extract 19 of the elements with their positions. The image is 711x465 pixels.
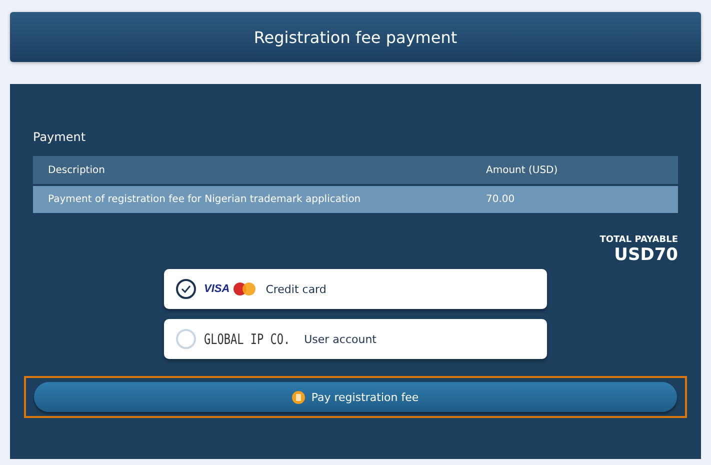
company-logo: GLOBAL IP CO.	[204, 330, 290, 348]
check-icon	[181, 285, 191, 293]
column-header: Description	[33, 156, 471, 184]
payment-option[interactable]: GLOBAL IP CO. User account	[164, 319, 547, 359]
total-amount: USD70	[613, 245, 678, 265]
option-label: User account	[304, 332, 376, 346]
section-title: Payment	[33, 130, 87, 144]
option-label: Credit card	[266, 282, 326, 296]
page-title: Registration fee payment	[254, 28, 458, 46]
document-icon	[292, 390, 306, 404]
table-cell: Payment of registration fee for Nigerian trademark application	[33, 186, 471, 213]
payment-option[interactable]: VISA Credit card	[164, 269, 547, 309]
pay-button[interactable]: Pay registration fee	[34, 382, 677, 412]
card-brand-icon	[232, 282, 258, 296]
table-cell: 70.00	[471, 186, 678, 213]
radio-button[interactable]	[176, 279, 196, 299]
total-label: TOTAL PAYABLE	[600, 235, 678, 245]
column-header: Amount (USD)	[471, 156, 678, 184]
card-logo: VISA	[204, 283, 230, 295]
